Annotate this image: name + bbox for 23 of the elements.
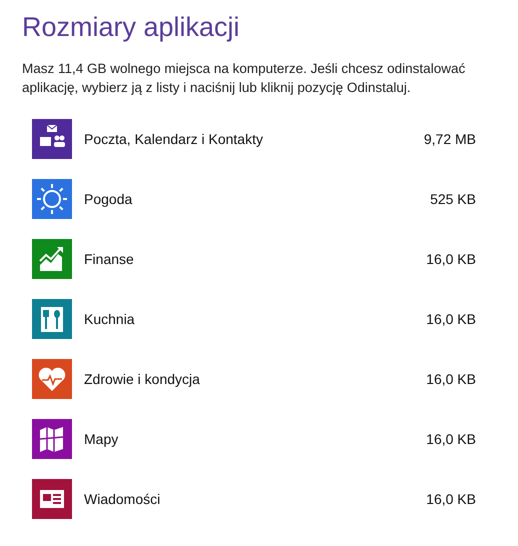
app-size: 16,0 KB — [425, 311, 476, 327]
app-name[interactable]: Mapy — [84, 431, 346, 447]
app-name[interactable]: Kuchnia — [84, 311, 346, 327]
app-icon[interactable] — [32, 479, 72, 519]
description-text: Masz 11,4 GB wolnego miejsca na komputerze. Jeśli chcesz odinstalować aplikację, wybierz ją z listy i naciśnij lub kliknij pozycję Odinstaluj. — [22, 60, 466, 97]
app-icon[interactable] — [32, 359, 72, 399]
app-icon[interactable] — [32, 239, 72, 279]
app-size: 16,0 KB — [425, 251, 476, 267]
app-icon[interactable] — [32, 419, 72, 459]
app-name[interactable]: Wiadomości — [84, 491, 346, 507]
app-size: 9,72 MB — [422, 131, 476, 147]
app-size: 16,0 KB — [425, 371, 476, 387]
app-size: 16,0 KB — [425, 431, 476, 447]
app-name[interactable]: Zdrowie i kondycja — [84, 371, 346, 387]
app-icon[interactable] — [32, 119, 72, 159]
app-icon[interactable] — [32, 179, 72, 219]
app-size: 525 KB — [429, 191, 476, 207]
page-title: Rozmiary aplikacji — [22, 12, 241, 43]
app-name[interactable]: Pogoda — [84, 191, 346, 207]
app-name[interactable]: Finanse — [84, 251, 346, 267]
app-name[interactable]: Poczta, Kalendarz i Kontakty — [84, 131, 346, 147]
app-size: 16,0 KB — [425, 491, 476, 507]
app-icon[interactable] — [32, 299, 72, 339]
